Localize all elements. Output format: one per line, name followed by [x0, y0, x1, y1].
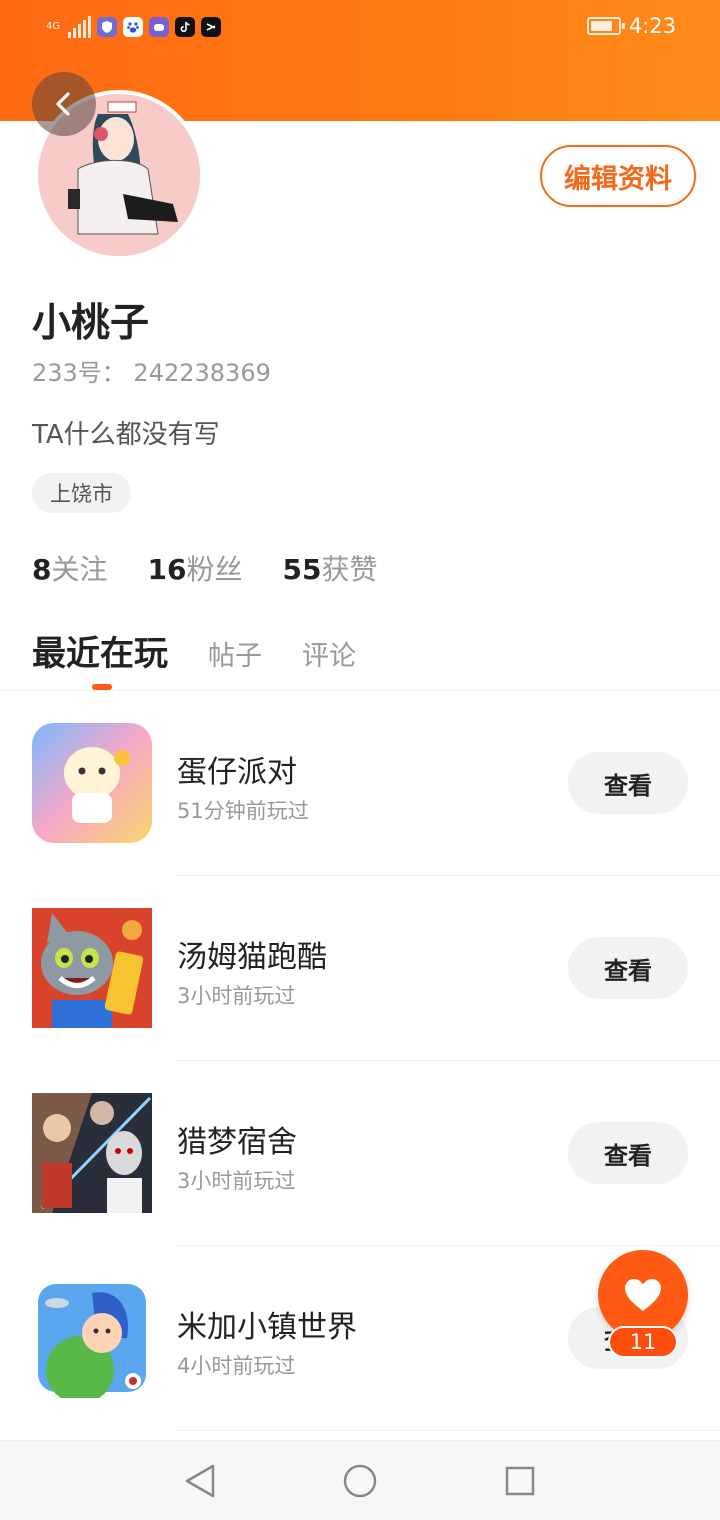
tab-posts[interactable]: 帖子 [208, 634, 262, 673]
home-nav-icon[interactable] [340, 1461, 380, 1501]
game-name: 米加小镇世界 [177, 1310, 357, 1345]
network-type: 4G [46, 21, 61, 32]
list-item[interactable]: 汤姆猫跑酷 3小时前玩过 查看 [0, 876, 720, 1061]
bio: TA什么都没有写 [32, 420, 220, 450]
clock: 4:23 [628, 14, 676, 38]
user-id: 233号： 242238369 [32, 359, 271, 387]
baidu-app-icon [123, 17, 144, 37]
heart-icon [625, 1279, 661, 1311]
recents-nav-icon[interactable] [500, 1461, 540, 1501]
view-button[interactable]: 查看 [568, 752, 688, 814]
game-name: 汤姆猫跑酷 [177, 940, 327, 975]
game-played-time: 3小时前玩过 [177, 1169, 296, 1193]
tab-bar: 最近在玩 帖子 评论 [32, 626, 396, 675]
chevron-left-icon [56, 92, 70, 116]
back-button[interactable] [32, 72, 96, 136]
view-button[interactable]: 查看 [568, 1122, 688, 1184]
stats-row: 8关注 16粉丝 55获赞 [32, 548, 377, 588]
followers-label: 粉丝 [186, 553, 243, 586]
edit-profile-button[interactable]: 编辑资料 [540, 145, 696, 207]
username: 小桃子 [32, 301, 150, 346]
shield-app-icon [97, 17, 118, 37]
tom-cat-run-icon [32, 908, 152, 1028]
following-count: 8 [32, 553, 52, 586]
like-count-badge: 11 [608, 1326, 678, 1358]
tab-comments[interactable]: 评论 [302, 634, 356, 673]
signal-icon [68, 16, 92, 38]
list-item[interactable]: 猎梦宿舍 3小时前玩过 查看 [0, 1061, 720, 1246]
capcut-app-icon [201, 17, 222, 37]
likes-label: 获赞 [321, 553, 378, 586]
game-app-icon [149, 17, 170, 37]
eggy-party-icon [32, 723, 152, 843]
stat-following[interactable]: 8关注 [32, 548, 108, 588]
likes-count: 55 [282, 553, 322, 586]
game-name: 猎梦宿舍 [177, 1125, 297, 1160]
stat-followers[interactable]: 16粉丝 [148, 548, 243, 588]
location-tag: 上饶市 [32, 473, 131, 513]
following-label: 关注 [51, 553, 108, 586]
tab-recent-games[interactable]: 最近在玩 [32, 626, 168, 675]
game-name: 蛋仔派对 [177, 755, 297, 790]
game-played-time: 3小时前玩过 [177, 984, 296, 1008]
game-played-time: 51分钟前玩过 [177, 799, 309, 823]
location-label: 上饶市 [50, 482, 113, 506]
battery-icon [586, 17, 625, 35]
tiktok-app-icon [175, 17, 196, 37]
divider [177, 1430, 720, 1431]
view-button[interactable]: 查看 [568, 937, 688, 999]
list-item[interactable]: 蛋仔派对 51分钟前玩过 查看 [0, 691, 720, 876]
back-nav-icon[interactable] [180, 1461, 220, 1501]
miga-town-icon [32, 1278, 152, 1398]
status-bar: 4G 4:23 [0, 0, 720, 60]
game-played-time: 4小时前玩过 [177, 1354, 296, 1378]
followers-count: 16 [147, 553, 187, 586]
dream-hunter-icon [32, 1093, 152, 1213]
stat-likes[interactable]: 55获赞 [282, 548, 377, 588]
system-nav-bar [0, 1440, 720, 1520]
